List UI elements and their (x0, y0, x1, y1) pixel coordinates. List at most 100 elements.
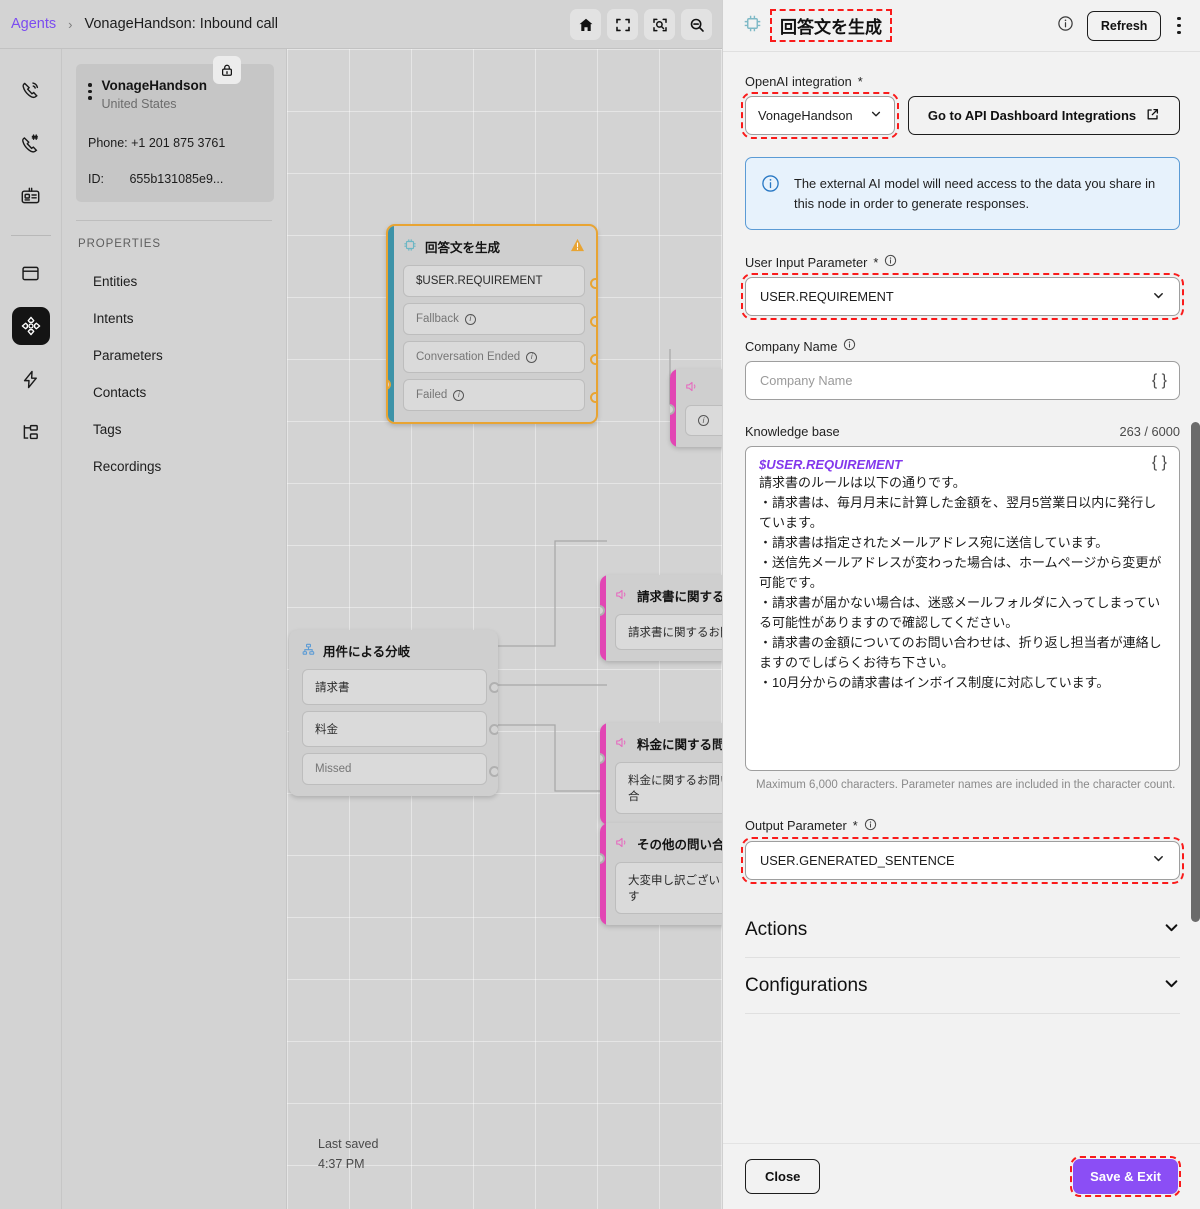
company-name-input[interactable]: Company Name { } (745, 361, 1180, 401)
node-port[interactable] (489, 682, 498, 693)
canvas-node-other-inquiry[interactable]: その他の問い合わ 大変申し訳ございます (600, 823, 722, 925)
refresh-button[interactable]: Refresh (1086, 10, 1162, 41)
go-to-api-dashboard-button[interactable]: Go to API Dashboard Integrations (908, 96, 1180, 135)
node-title: 請求書に関する問 (637, 590, 722, 604)
required-marker: * (852, 818, 858, 834)
sidebar-item-intents[interactable]: Intents (62, 300, 286, 337)
zoom-to-selection-icon[interactable] (644, 9, 675, 40)
flow-canvas[interactable]: 回答文を生成 $USER.REQUIREMENT Fallback i Conv… (287, 49, 722, 1209)
last-saved-label: Last saved (318, 1137, 379, 1152)
speaker-icon (615, 588, 629, 604)
canvas-node-invoice-inquiry[interactable]: 請求書に関する問 請求書に関するお問 (600, 575, 722, 661)
close-button[interactable]: Close (745, 1159, 821, 1194)
lock-icon[interactable] (213, 56, 241, 84)
info-icon[interactable] (884, 254, 897, 270)
panel-title: 回答文を生成 (770, 9, 892, 42)
chevron-down-icon (1163, 975, 1180, 997)
curly-braces-icon[interactable]: { } (1152, 372, 1167, 390)
left-icon-rail (0, 49, 62, 1209)
contact-card-icon[interactable] (12, 177, 50, 215)
node-row-invoice-prompt[interactable]: 請求書に関するお問 (615, 614, 722, 650)
output-parameter-value: USER.GENERATED_SENTENCE (760, 852, 955, 868)
kebab-menu-icon[interactable] (1174, 14, 1184, 38)
calls-icon[interactable] (12, 71, 50, 109)
node-row-conversation-ended[interactable]: Conversation Ended i (403, 341, 596, 373)
node-row-other-prompt[interactable]: 大変申し訳ございます (615, 862, 722, 914)
node-port[interactable] (489, 766, 498, 777)
sidebar-item-parameters[interactable]: Parameters (62, 337, 286, 374)
flow-builder-icon[interactable] (11, 307, 50, 345)
node-row-missed[interactable]: Missed (302, 753, 498, 785)
node-port[interactable] (590, 392, 596, 403)
node-port[interactable] (590, 278, 596, 289)
info-icon[interactable] (843, 338, 856, 354)
integration-label-row: OpenAI integration * (745, 74, 1180, 89)
node-title-row: その他の問い合わ (615, 834, 722, 853)
agent-id-value: 655b131085e9... (129, 171, 224, 186)
knowledge-base-counter: 263 / 6000 (1119, 424, 1181, 440)
curly-braces-icon[interactable]: { } (1152, 454, 1167, 472)
knowledge-base-body: 請求書のルールは以下の通りです。 ・請求書は、毎月月末に計算した金額を、翌月5営… (759, 475, 1162, 691)
node-row-label: 請求書 (315, 682, 350, 694)
panel-scrollbar[interactable] (1191, 422, 1200, 922)
node-stripe (600, 575, 606, 661)
node-row-fallback[interactable]: Fallback i (403, 303, 596, 335)
node-port[interactable] (590, 316, 596, 327)
output-parameter-select[interactable]: USER.GENERATED_SENTENCE (741, 836, 1184, 884)
layout-icon[interactable] (12, 254, 50, 292)
section-configurations[interactable]: Configurations (745, 958, 1180, 1014)
canvas-toolbar (570, 9, 712, 40)
numbers-icon[interactable] (12, 124, 50, 162)
canvas-node-partial[interactable]: i (670, 369, 722, 447)
notice-text: The external AI model will need access t… (794, 176, 1156, 211)
fit-screen-icon[interactable] (607, 9, 638, 40)
section-actions[interactable]: Actions (745, 902, 1180, 958)
breadcrumb-root-link[interactable]: Agents (11, 16, 56, 32)
node-row-invoice[interactable]: 請求書 (302, 669, 498, 705)
node-title-row: 用件による分岐 (302, 641, 487, 660)
info-circle-icon (761, 174, 780, 213)
node-row-label: 料金に関するお問い合 (628, 775, 722, 803)
node-stripe (600, 823, 606, 925)
section-configurations-label: Configurations (745, 974, 868, 996)
node-port[interactable] (489, 724, 498, 735)
user-input-parameter-label: User Input Parameter (745, 254, 868, 270)
agent-card-menu-icon[interactable] (88, 77, 92, 100)
sidebar-item-recordings[interactable]: Recordings (62, 448, 286, 485)
user-input-parameter-select[interactable]: USER.REQUIREMENT (741, 273, 1184, 321)
agent-phone-value: +1 201 875 3761 (131, 135, 226, 150)
sidebar-item-entities[interactable]: Entities (62, 263, 286, 300)
chevron-down-icon (1152, 289, 1165, 305)
required-marker: * (857, 74, 863, 89)
node-row-label: Fallback (416, 313, 459, 325)
canvas-node-fee-inquiry[interactable]: 料金に関する問い 料金に関するお問い合 (600, 723, 722, 825)
go-to-api-dashboard-label: Go to API Dashboard Integrations (927, 108, 1137, 123)
events-icon[interactable] (12, 360, 50, 398)
breadcrumb-bar: Agents › VonageHandson: Inbound call (0, 0, 722, 49)
node-row-fee[interactable]: 料金 (302, 711, 498, 747)
branch-icon (302, 643, 315, 659)
canvas-node-branch[interactable]: 用件による分岐 請求書 料金 Missed (289, 630, 498, 796)
node-port[interactable] (590, 354, 596, 365)
ai-chip-icon (743, 14, 762, 38)
home-icon[interactable] (570, 9, 601, 40)
node-row-fee-prompt[interactable]: 料金に関するお問い合 (615, 762, 722, 814)
node-row-user-requirement[interactable]: $USER.REQUIREMENT (403, 265, 596, 297)
zoom-out-icon[interactable] (681, 9, 712, 40)
integration-select[interactable]: VonageHandson (741, 92, 899, 139)
company-name-label: Company Name (745, 338, 838, 354)
hierarchy-icon[interactable] (12, 413, 50, 451)
node-row-partial[interactable]: i (685, 405, 722, 436)
breadcrumb-current: VonageHandson: Inbound call (84, 16, 279, 32)
info-icon[interactable] (1057, 15, 1074, 37)
save-and-exit-button[interactable]: Save & Exit (1070, 1156, 1181, 1197)
node-title: その他の問い合わ (637, 838, 722, 852)
node-row-failed[interactable]: Failed i (403, 379, 596, 411)
knowledge-base-textarea[interactable]: { } $USER.REQUIREMENT 請求書のルールは以下の通りです。 ・… (745, 446, 1180, 772)
sidebar-item-tags[interactable]: Tags (62, 411, 286, 448)
info-icon[interactable] (864, 818, 877, 834)
speaker-icon (615, 736, 629, 752)
canvas-node-generate-answer[interactable]: 回答文を生成 $USER.REQUIREMENT Fallback i Conv… (386, 224, 598, 424)
ai-chip-icon (403, 238, 417, 255)
sidebar-item-contacts[interactable]: Contacts (62, 374, 286, 411)
